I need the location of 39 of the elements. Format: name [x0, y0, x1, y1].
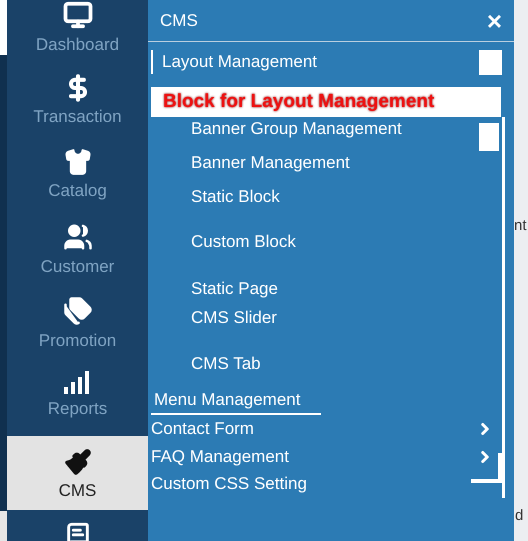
section-header[interactable]: Layout Management — [151, 50, 317, 74]
sidebar-label: Transaction — [33, 106, 122, 128]
sidebar-item[interactable]: Reports — [7, 358, 148, 432]
monitor-icon — [62, 0, 92, 30]
sidebar-label: CMS — [58, 480, 96, 502]
sidebar-label: Reports — [48, 398, 108, 420]
page-text-fragment: nt — [514, 216, 528, 236]
submenu-item[interactable]: CMS Tab — [191, 351, 261, 377]
shirt-icon — [64, 148, 92, 176]
menu-heading[interactable]: Menu Management — [151, 387, 321, 415]
sidebar-item[interactable]: Promotion — [7, 284, 148, 358]
sidebar-item[interactable]: Customer — [7, 210, 148, 284]
sidebar-label: Customer — [40, 256, 114, 278]
sidebar-item[interactable]: Transaction — [7, 62, 148, 136]
sidebar-item[interactable]: Dashboard — [7, 0, 148, 62]
submenu-item[interactable]: Banner Group Management — [191, 116, 402, 142]
tags-icon — [62, 296, 92, 326]
sidebar-item[interactable]: CMS — [7, 436, 148, 510]
sidebar-label: Catalog — [48, 180, 107, 202]
sidebar-label: Promotion — [38, 330, 116, 352]
paintbrush-icon — [64, 448, 92, 476]
submenu-item[interactable]: Static Page — [191, 276, 278, 302]
annotation-label: Block for Layout Management — [151, 87, 501, 117]
toggle-square[interactable] — [479, 50, 502, 74]
submenu-item[interactable]: CMS Slider — [191, 305, 277, 331]
panel-title: CMS — [160, 10, 198, 32]
corner-bracket — [471, 453, 502, 483]
menu-item[interactable]: Custom CSS Setting — [151, 471, 307, 497]
menu-item[interactable]: Contact Form — [151, 416, 254, 442]
menu-item[interactable]: FAQ Management — [151, 444, 289, 470]
toggle-square[interactable] — [479, 123, 499, 151]
submenu-item[interactable]: Custom Block — [191, 229, 296, 255]
close-button[interactable]: × — [486, 8, 502, 34]
submenu-item[interactable]: Banner Management — [191, 150, 350, 176]
sidebar-label: Dashboard — [36, 34, 120, 56]
submenu-item[interactable]: Static Block — [191, 184, 280, 210]
page-text-fragment: d — [515, 506, 524, 526]
sidebar-item[interactable]: Catalog — [7, 136, 148, 210]
users-icon — [62, 222, 92, 252]
